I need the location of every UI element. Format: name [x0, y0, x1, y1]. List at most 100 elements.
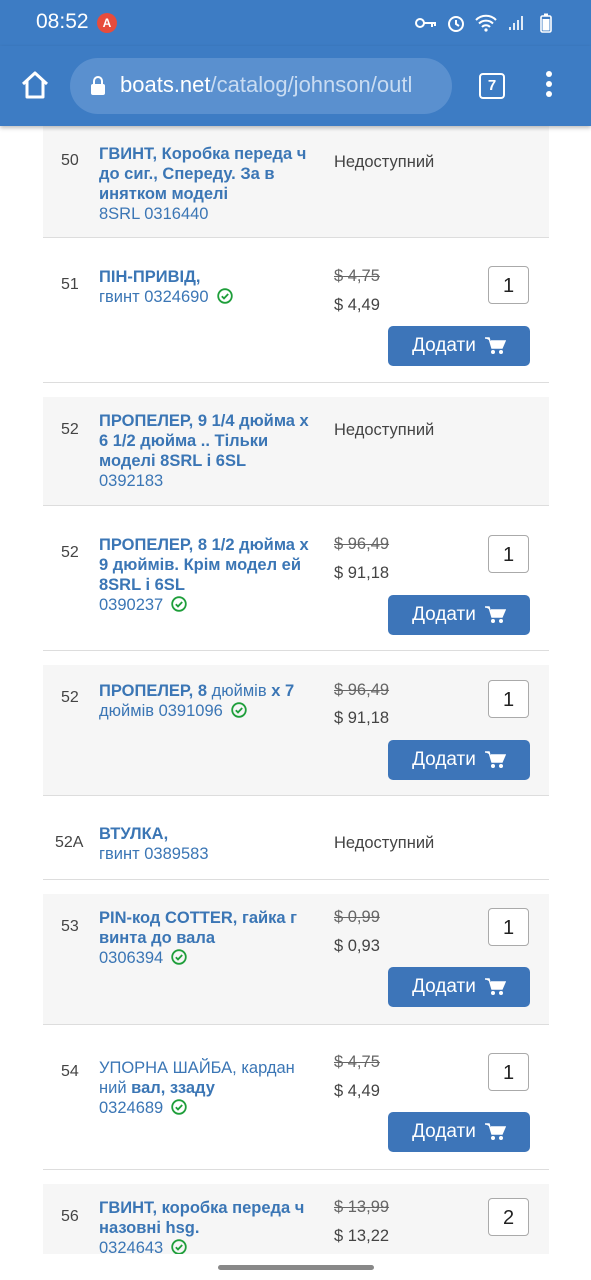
status-time: 08:52	[36, 10, 89, 33]
old-price: $ 96,49	[334, 535, 390, 553]
item-title: ПРОПЕЛЕР, 9 1/4 дюйма х 6 1/2 дюйма .. Т…	[99, 412, 309, 470]
add-button-label: Додати	[412, 749, 476, 770]
item-number: 56	[61, 1208, 79, 1225]
quantity-input[interactable]: 1	[488, 1053, 529, 1091]
signal-icon	[505, 12, 527, 34]
item-title-link[interactable]: ГВИНТ, коробка переда ч назовні hsg. 032…	[99, 1198, 314, 1258]
lock-icon	[90, 76, 106, 96]
item-number: 52A	[55, 834, 84, 851]
item-title: ПРОПЕЛЕР, 8 1/2 дюйма х 9 дюймів. Крім м…	[99, 536, 309, 594]
item-number: 52	[61, 421, 79, 438]
list-item: 52 ПРОПЕЛЕР, 8 дюймів х 7 дюймів 0391096…	[43, 665, 549, 796]
item-number: 51	[61, 276, 79, 293]
add-button-label: Додати	[412, 976, 476, 997]
key-icon	[415, 12, 437, 34]
sale-price: $ 4,49	[334, 1082, 380, 1100]
sale-price: $ 91,18	[334, 709, 390, 727]
quantity-input[interactable]: 1	[488, 535, 529, 573]
cart-icon	[484, 978, 506, 995]
list-item: 52A ВТУЛКА, гвинт 0389583 Недоступний	[43, 795, 549, 880]
quantity-input[interactable]: 1	[488, 908, 529, 946]
item-title-link[interactable]: ПРОПЕЛЕР, 8 дюймів х 7 дюймів 0391096	[99, 681, 314, 721]
old-price: $ 4,75	[334, 267, 380, 285]
part-number: 8SRL 0316440	[99, 205, 209, 223]
url-path: /catalog/johnson/outl	[210, 72, 413, 97]
cart-icon	[484, 751, 506, 768]
in-stock-check-icon	[231, 702, 247, 718]
item-title-suffix: х 7	[271, 682, 295, 700]
in-stock-check-icon	[216, 288, 233, 304]
add-button-label: Додати	[412, 335, 476, 356]
add-to-cart-button[interactable]: Додати	[388, 326, 530, 366]
item-title: ВТУЛКА,	[99, 825, 169, 843]
address-bar[interactable]: boats.net/catalog/johnson/outl	[70, 58, 452, 114]
sale-price: $ 4,49	[334, 296, 380, 314]
item-number: 52	[61, 544, 79, 561]
tab-switcher-button[interactable]: 7	[479, 73, 505, 99]
part-number: 0324689	[99, 1099, 164, 1117]
alert-icon: A	[97, 13, 117, 33]
in-stock-check-icon	[171, 949, 187, 965]
list-item: 53 PIN-код COTTER, гайка г винта до вала…	[43, 894, 549, 1025]
item-subtitle: дюймів 0391096	[99, 702, 223, 720]
item-title-link[interactable]: ПРОПЕЛЕР, 8 1/2 дюйма х 9 дюймів. Крім м…	[99, 535, 314, 615]
add-to-cart-button[interactable]: Додати	[388, 1112, 530, 1152]
item-title-link[interactable]: ГВИНТ, Коробка переда ч до сиг., Спереду…	[99, 144, 314, 224]
in-stock-check-icon	[171, 1099, 187, 1115]
item-subtitle: гвинт 0389583	[99, 845, 209, 863]
availability-status: Недоступний	[334, 834, 435, 852]
status-bar: 08:52 A	[0, 0, 591, 46]
old-price: $ 13,99	[334, 1198, 390, 1216]
wifi-icon	[475, 12, 497, 34]
part-number: 0392183	[99, 472, 164, 490]
old-price: $ 0,99	[334, 908, 380, 926]
add-to-cart-button[interactable]: Додати	[388, 595, 530, 635]
sale-price: $ 13,22	[334, 1227, 390, 1245]
old-price: $ 96,49	[334, 681, 390, 699]
item-number: 50	[61, 152, 79, 169]
item-title-link[interactable]: УПОРНА ШАЙБА, кардан ний вал, ззаду 0324…	[99, 1058, 314, 1118]
in-stock-check-icon	[171, 596, 187, 612]
status-icons	[415, 12, 557, 34]
add-to-cart-button[interactable]: Додати	[388, 740, 530, 780]
cart-icon	[484, 337, 506, 354]
list-item: 52 ПРОПЕЛЕР, 8 1/2 дюйма х 9 дюймів. Крі…	[43, 505, 549, 651]
item-number: 52	[61, 689, 79, 706]
item-title-link[interactable]: ПІН-ПРИВІД, гвинт 0324690	[99, 267, 314, 307]
alarm-icon	[445, 12, 467, 34]
quantity-input[interactable]: 2	[488, 1198, 529, 1236]
list-item: 51 ПІН-ПРИВІД, гвинт 0324690 $ 4,75 $ 4,…	[43, 237, 549, 383]
sale-price: $ 91,18	[334, 564, 390, 582]
battery-icon	[535, 12, 557, 34]
item-title-link[interactable]: ВТУЛКА, гвинт 0389583	[99, 824, 314, 864]
quantity-input[interactable]: 1	[488, 266, 529, 304]
url-domain: boats.net	[120, 72, 211, 97]
overflow-menu-icon[interactable]	[539, 71, 559, 101]
availability-status: Недоступний	[334, 421, 435, 439]
item-title: ПРОПЕЛЕР, 8	[99, 682, 207, 700]
item-title: ПІН-ПРИВІД,	[99, 268, 201, 286]
gesture-nav-handle[interactable]	[218, 1265, 374, 1270]
item-title: ГВИНТ, Коробка переда ч до сиг., Спереду…	[99, 145, 307, 203]
item-title-suffix: вал, ззаду	[131, 1079, 215, 1097]
item-title-unit: дюймів	[211, 682, 267, 700]
item-title-link[interactable]: ПРОПЕЛЕР, 9 1/4 дюйма х 6 1/2 дюйма .. Т…	[99, 411, 314, 491]
browser-toolbar: boats.net/catalog/johnson/outl 7	[0, 46, 591, 126]
quantity-input[interactable]: 1	[488, 680, 529, 718]
home-icon[interactable]	[18, 68, 52, 102]
cart-icon	[484, 1123, 506, 1140]
part-number: 0306394	[99, 949, 164, 967]
add-to-cart-button[interactable]: Додати	[388, 967, 530, 1007]
item-title: ГВИНТ, коробка переда ч назовні hsg.	[99, 1199, 305, 1237]
sale-price: $ 0,93	[334, 937, 380, 955]
add-button-label: Додати	[412, 604, 476, 625]
item-title: PIN-код COTTER, гайка г винта до вала	[99, 909, 298, 947]
item-subtitle: гвинт 0324690	[99, 288, 209, 306]
item-number: 53	[61, 918, 79, 935]
list-item: 52 ПРОПЕЛЕР, 9 1/4 дюйма х 6 1/2 дюйма .…	[43, 397, 549, 506]
part-number: 0390237	[99, 596, 164, 614]
item-title-link[interactable]: PIN-код COTTER, гайка г винта до вала 03…	[99, 908, 314, 968]
list-item: 56 ГВИНТ, коробка переда ч назовні hsg. …	[43, 1184, 549, 1259]
in-stock-check-icon	[171, 1239, 187, 1255]
url-text: boats.net/catalog/johnson/outl	[120, 72, 412, 98]
